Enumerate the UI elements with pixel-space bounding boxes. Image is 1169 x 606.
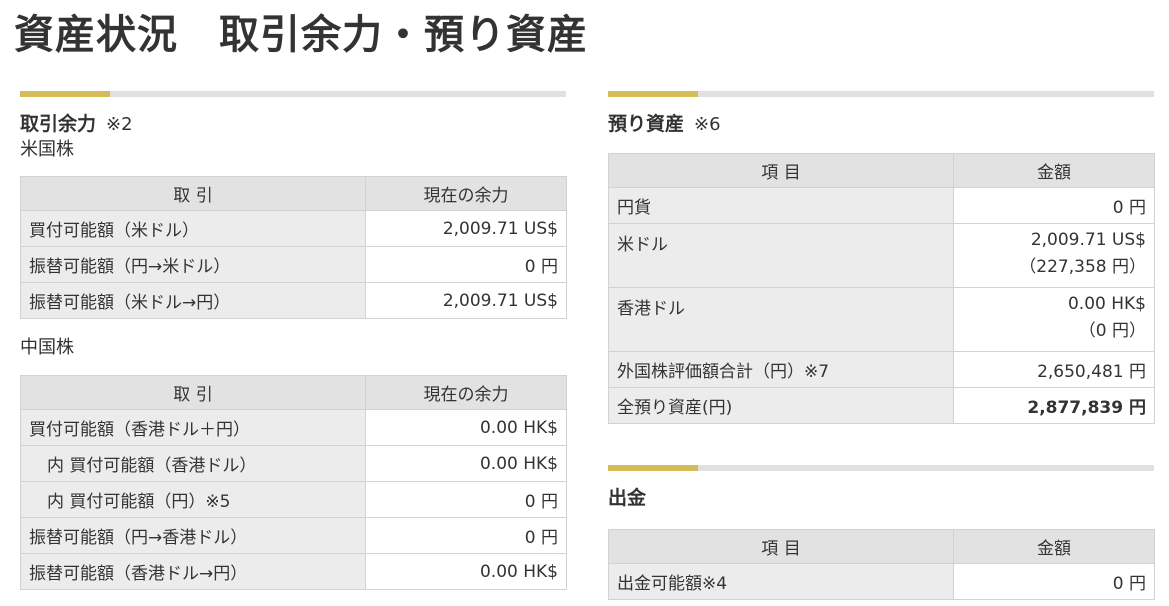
deposit-assets-heading: 預り資産 ※6 [608,109,1154,139]
cn-stocks-label: 中国株 [20,337,74,358]
trading-power-title: 取引余力 [20,113,97,135]
row-value: 0 円 [365,246,567,283]
total-value: 2,877,839 円 [953,387,1155,424]
row-value-yen-equivalent: （0 円） [1078,321,1146,341]
row-value-primary: 0.00 HK$ [1067,294,1146,314]
row-value: 0.00 HK$ [365,445,567,482]
row-label: 振替可能額（香港ドル→円） [20,553,366,590]
row-value: 0 円 [365,481,567,518]
row-value: 0.00 HK$ [365,409,567,446]
row-label: 内 買付可能額（香港ドル） [20,445,366,482]
column-header-item: 項 目 [608,529,954,564]
table-header-row: 項 目 金額 [608,153,1155,188]
section-divider-accent [608,465,698,471]
table-row: 振替可能額（米ドル→円） 2,009.71 US$ [20,282,567,319]
cn-trading-power-table: 取 引 現在の余力 買付可能額（香港ドル＋円） 0.00 HK$ 内 買付可能額… [20,375,567,590]
table-header-row: 項 目 金額 [608,529,1155,564]
table-header-row: 取 引 現在の余力 [20,176,567,211]
row-value-primary: 2,009.71 US$ [1030,230,1146,250]
trading-power-section: 取引余力 ※2 米国株 取 引 現在の余力 買付可能額（米ドル） 2,009.71… [20,91,567,590]
row-value: 2,009.71 US$ （227,358 円） [953,223,1155,288]
section-divider-accent [20,91,110,97]
page-title: 資産状況 取引余力・預り資産 [14,12,588,58]
withdrawal-heading: 出金 [608,483,1154,513]
column-header-trade: 取 引 [20,375,366,410]
withdrawal-title: 出金 [608,487,647,509]
row-label: 振替可能額（円→米ドル） [20,246,366,283]
row-value: 2,650,481 円 [953,351,1155,388]
row-label: 出金可能額※4 [608,563,954,600]
column-header-trade: 取 引 [20,176,366,211]
deposit-assets-table: 項 目 金額 円貨 0 円 米ドル 2,009.71 US$ （227,358 … [608,153,1155,424]
row-label: 振替可能額（円→香港ドル） [20,517,366,554]
table-row: 買付可能額（香港ドル＋円） 0.00 HK$ [20,409,567,446]
deposit-assets-section: 預り資産 ※6 項 目 金額 円貨 0 円 米ドル 2,009.71 US$ （2… [608,91,1155,424]
row-value: 0 円 [953,563,1155,600]
column-header-item: 項 目 [608,153,954,188]
table-row-total: 全預り資産(円) 2,877,839 円 [608,387,1155,424]
table-row: 内 買付可能額（香港ドル） 0.00 HK$ [20,445,567,482]
table-row: 円貨 0 円 [608,187,1155,224]
table-row: 振替可能額（円→米ドル） 0 円 [20,246,567,283]
row-label: 外国株評価額合計（円）※7 [608,351,954,388]
row-label: 内 買付可能額（円）※5 [20,481,366,518]
row-value: 0 円 [953,187,1155,224]
column-header-current-power: 現在の余力 [365,375,567,410]
withdrawal-table: 項 目 金額 出金可能額※4 0 円 [608,529,1155,600]
deposit-assets-note: ※6 [694,114,721,135]
us-trading-power-table: 取 引 現在の余力 買付可能額（米ドル） 2,009.71 US$ 振替可能額（… [20,176,567,319]
row-value: 0.00 HK$ （0 円） [953,287,1155,352]
table-row: 香港ドル 0.00 HK$ （0 円） [608,287,1155,352]
column-header-amount: 金額 [953,153,1155,188]
row-label: 香港ドル [608,287,954,352]
section-divider-accent [608,91,698,97]
row-value-yen-equivalent: （227,358 円） [1019,257,1146,277]
table-header-row: 取 引 現在の余力 [20,375,567,410]
trading-power-note: ※2 [106,114,133,135]
column-header-amount: 金額 [953,529,1155,564]
deposit-assets-title: 預り資産 [608,113,685,135]
row-value: 2,009.71 US$ [365,210,567,247]
row-value: 0 円 [365,517,567,554]
table-row: 外国株評価額合計（円）※7 2,650,481 円 [608,351,1155,388]
table-row: 買付可能額（米ドル） 2,009.71 US$ [20,210,567,247]
row-label: 買付可能額（米ドル） [20,210,366,247]
row-label: 円貨 [608,187,954,224]
table-row: 振替可能額（円→香港ドル） 0 円 [20,517,567,554]
section-divider [608,465,1154,471]
row-label: 米ドル [608,223,954,288]
table-row: 出金可能額※4 0 円 [608,563,1155,600]
row-label: 買付可能額（香港ドル＋円） [20,409,366,446]
row-label: 全預り資産(円) [608,387,954,424]
us-stocks-label: 米国株 [20,139,74,160]
row-label: 振替可能額（米ドル→円） [20,282,366,319]
section-divider [608,91,1154,97]
column-header-current-power: 現在の余力 [365,176,567,211]
table-row: 内 買付可能額（円）※5 0 円 [20,481,567,518]
withdrawal-section: 出金 項 目 金額 出金可能額※4 0 円 [608,465,1155,600]
row-value: 2,009.71 US$ [365,282,567,319]
row-value: 0.00 HK$ [365,553,567,590]
section-divider [20,91,566,97]
table-row: 振替可能額（香港ドル→円） 0.00 HK$ [20,553,567,590]
table-row: 米ドル 2,009.71 US$ （227,358 円） [608,223,1155,288]
